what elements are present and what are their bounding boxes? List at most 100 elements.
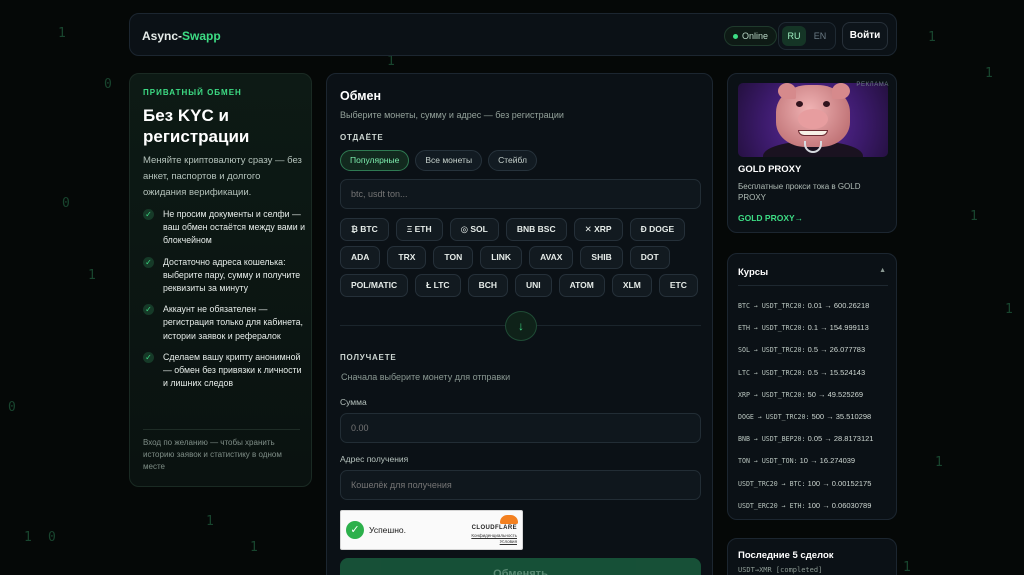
exchange-panel: Обмен Выберите монеты, сумму и адрес — б… [326, 73, 713, 575]
collapse-caret-icon[interactable]: ▲ [879, 267, 886, 274]
coin-grid: ₿ BTC Ξ ETH ◎ SOL BNB BSC ✕ XRP Ð DOGE A… [340, 218, 701, 297]
feature-text: Не просим документы и селфи — ваш обмен … [163, 209, 305, 246]
rate-pair: SOL → USDT_TRC20: [738, 346, 806, 355]
coin-button-uni[interactable]: UNI [515, 274, 552, 297]
rate-item: LTC → USDT_TRC20: 0.5 → 15.524143 [738, 362, 893, 384]
pig-eye-shape [796, 101, 803, 107]
feature-item: ✓ Сделаем вашу крипту анонимной — обмен б… [143, 351, 305, 391]
coin-button-ada[interactable]: ADA [340, 246, 381, 269]
address-input[interactable] [340, 470, 701, 500]
rate-item: TON → USDT_TON: 10 → 16.274039 [738, 450, 893, 472]
coin-button-ton[interactable]: TON [433, 246, 474, 269]
cloudflare-brand: CLOUDFLARE [471, 525, 517, 531]
brand-name-part2: Swapp [182, 29, 221, 43]
matrix-digit: 1 [903, 560, 911, 575]
info-kicker: ПРИВАТНЫЙ ОБМЕН [143, 88, 242, 97]
matrix-digit: 1 [970, 209, 978, 224]
receive-label: ПОЛУЧАЕТЕ [340, 353, 397, 362]
captcha-terms-link[interactable]: Условия [471, 539, 517, 545]
rate-value: 500 → 35.510298 [811, 412, 872, 422]
rate-item: XRP → USDT_TRC20: 50 → 49.525269 [738, 384, 893, 406]
address-label: Адрес получения [340, 454, 409, 464]
ad-description: Бесплатные прокси тока в GOLD PROXY [738, 182, 861, 202]
coin-button-pol[interactable]: POL/MATIC [340, 274, 409, 297]
rate-item: BNB → USDT_BEP20: 0.05 → 28.8173121 [738, 428, 893, 450]
coin-button-trx[interactable]: TRX [387, 246, 427, 269]
rate-item: ETH → USDT_TRC20: 0.1 → 154.999113 [738, 317, 893, 339]
ad-link[interactable]: GOLD PROXY→ [738, 213, 803, 223]
info-note: Вход по желанию — чтобы хранить историю … [143, 438, 282, 471]
matrix-digit: 1 [935, 455, 943, 470]
rate-value: 0.5 → 15.524143 [807, 367, 866, 377]
rates-panel: Курсы ▲ BTC → USDT_TRC20: 0.01 → 600.262… [727, 253, 897, 520]
exchange-submit-button[interactable]: Обменять [340, 558, 701, 575]
success-check-icon: ✓ [346, 521, 364, 539]
matrix-digit: 0 [48, 530, 56, 545]
coin-button-eth[interactable]: Ξ ETH [395, 218, 443, 241]
matrix-digit: 1 [88, 268, 96, 283]
captcha-links: Конфиденциальность Условия [471, 533, 517, 545]
matrix-digit: 1 [24, 530, 32, 545]
rates-list: BTC → USDT_TRC20: 0.01 → 600.26218 ETH →… [738, 295, 893, 517]
matrix-digit: 0 [8, 400, 16, 415]
coin-button-doge[interactable]: Ð DOGE [629, 218, 686, 241]
turnstile-captcha[interactable]: ✓ Успешно. CLOUDFLARE Конфиденциальность… [340, 510, 523, 550]
filter-popular[interactable]: Популярные [340, 150, 410, 171]
rate-value: 100 → 0.00152175 [807, 478, 872, 488]
feature-item: ✓ Не просим документы и селфи — ваш обмен… [143, 208, 305, 248]
coin-button-link[interactable]: LINK [480, 246, 523, 269]
amount-input[interactable] [340, 413, 701, 443]
coin-button-bnb[interactable]: BNB BSC [505, 218, 567, 241]
info-panel: ПРИВАТНЫЙ ОБМЕН Без KYC и регистрации Ме… [129, 73, 312, 487]
online-status-badge: Online [724, 26, 778, 46]
ad-title: GOLD PROXY [738, 164, 802, 175]
lang-ru-button[interactable]: RU [782, 26, 806, 46]
matrix-digit: 1 [387, 54, 395, 69]
recent-trades-panel: Последние 5 сделок USDT→XMR [completed] [727, 538, 897, 575]
matrix-digit: 1 [985, 66, 993, 81]
brand-logo[interactable]: Async-Swapp [142, 29, 221, 43]
info-title: Без KYC и регистрации [143, 106, 250, 146]
arrow-down-icon: ↓ [518, 319, 524, 333]
coin-button-avax[interactable]: AVAX [529, 246, 574, 269]
feature-text: Аккаунт не обязателен — регистрация толь… [163, 304, 303, 341]
rate-pair: USDT_ERC20 → ETH: [738, 501, 806, 510]
check-icon: ✓ [143, 304, 154, 316]
coin-search-input[interactable] [340, 179, 701, 209]
filter-stable[interactable]: Стейбл [488, 150, 537, 171]
matrix-digit: 1 [250, 540, 258, 555]
rate-pair: XRP → USDT_TRC20: [738, 390, 806, 399]
coin-button-dot[interactable]: DOT [629, 246, 670, 269]
coin-button-btc[interactable]: ₿ BTC [340, 218, 389, 241]
lang-en-button[interactable]: EN [808, 26, 832, 46]
matrix-digit: 1 [206, 514, 214, 529]
rate-item: SOL → USDT_TRC20: 0.5 → 26.077783 [738, 339, 893, 361]
amount-label: Сумма [340, 397, 367, 407]
coin-button-bch[interactable]: BCH [467, 274, 508, 297]
ad-panel[interactable]: РЕКЛАМА GOLD PROXY Бесплатные прокси ток… [727, 73, 897, 233]
feature-list: ✓ Не просим документы и селфи — ваш обмен… [143, 208, 305, 398]
coin-button-xlm[interactable]: XLM [611, 274, 652, 297]
filter-all-coins[interactable]: Все монеты [415, 150, 483, 171]
rate-value: 0.1 → 154.999113 [807, 323, 869, 333]
coin-button-etc[interactable]: ETC [658, 274, 698, 297]
rate-pair: DOGE → USDT_TRC20: [738, 413, 810, 422]
rate-value: 0.01 → 600.26218 [807, 301, 870, 310]
swap-direction-button[interactable]: ↓ [505, 311, 537, 341]
cloudflare-cloud-icon [500, 515, 518, 524]
rate-value: 0.05 → 28.8173121 [807, 434, 874, 444]
coin-button-xrp[interactable]: ✕ XRP [573, 218, 623, 241]
matrix-digit: 1 [928, 30, 936, 45]
give-label: ОТДАЁТЕ [340, 133, 384, 142]
pig-eye-shape [823, 101, 830, 107]
exchange-title: Обмен [340, 89, 382, 103]
coin-button-ltc[interactable]: Ł LTC [415, 274, 461, 297]
login-button[interactable]: Войти [842, 22, 888, 50]
coin-button-shib[interactable]: SHIB [580, 246, 623, 269]
ad-image[interactable] [738, 83, 888, 157]
coin-button-sol[interactable]: ◎ SOL [449, 218, 499, 241]
rate-value: 0.5 → 26.077783 [807, 345, 866, 355]
coin-button-atom[interactable]: ATOM [558, 274, 605, 297]
pig-ear-shape [778, 83, 796, 99]
captcha-status: Успешно. [369, 525, 407, 535]
